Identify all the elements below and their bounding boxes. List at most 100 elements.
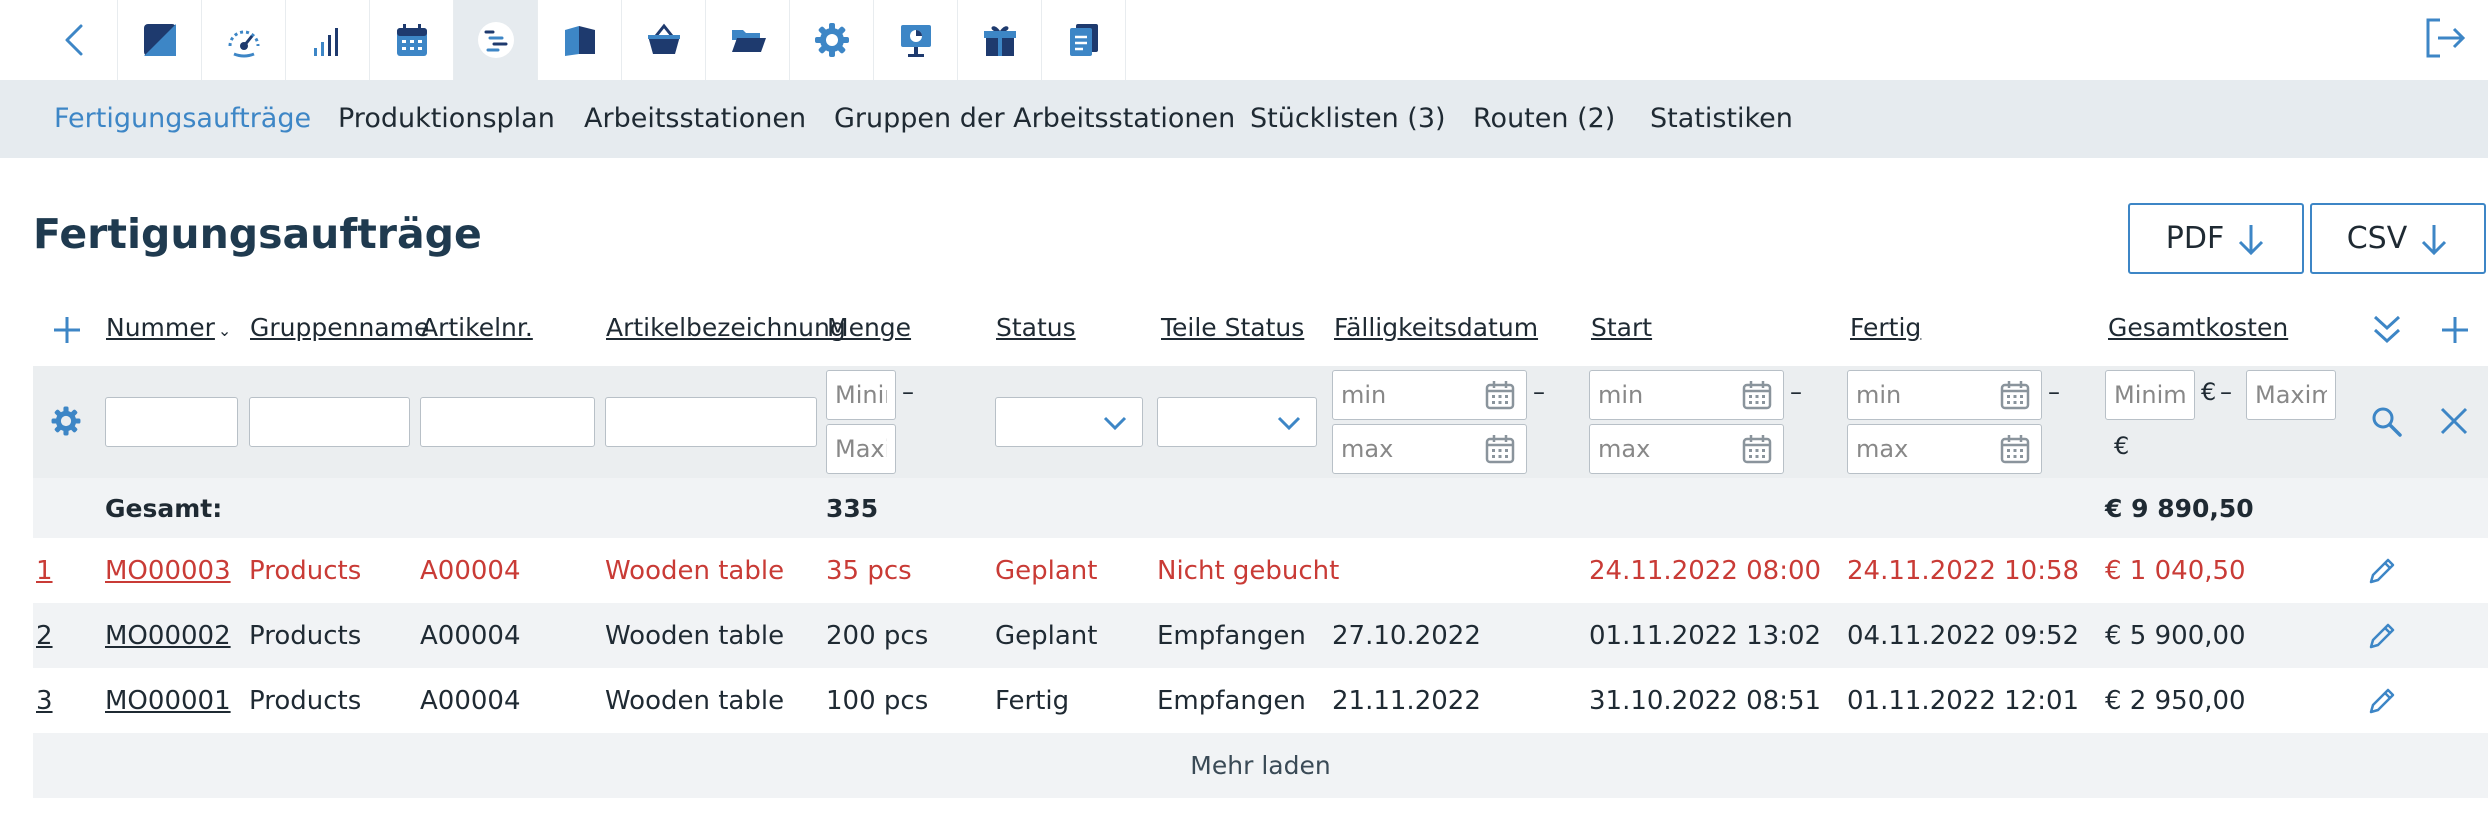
row-index-link[interactable]: 3	[36, 686, 53, 716]
column-header-artikelbezeichnung[interactable]: Artikelbezeichnung	[606, 313, 846, 342]
shop-button[interactable]	[622, 0, 706, 80]
calendar-icon[interactable]	[1999, 433, 2031, 465]
presentation-button[interactable]	[874, 0, 958, 80]
subnav-routen[interactable]: Routen (2)	[1473, 80, 1615, 158]
subnav-fertigungsauftraege[interactable]: Fertigungsaufträge	[54, 80, 311, 158]
statistics-button[interactable]	[286, 0, 370, 80]
calendar-icon[interactable]	[1741, 433, 1773, 465]
logout-icon[interactable]	[2422, 16, 2466, 60]
filter-teile-status-select[interactable]	[1157, 397, 1317, 447]
filter-kosten-min-input[interactable]	[2105, 370, 2195, 420]
cell-artikelbezeichnung: Wooden table	[605, 556, 785, 586]
column-header-fertig[interactable]: Fertig	[1850, 313, 1921, 342]
back-button[interactable]	[34, 0, 118, 80]
cell-artikelbezeichnung: Wooden table	[605, 621, 785, 651]
calendar-icon[interactable]	[1484, 379, 1516, 411]
filter-artikelbezeichnung-input[interactable]	[605, 397, 817, 447]
filter-kosten-max-input[interactable]	[2246, 370, 2336, 420]
totals-row: Gesamt: 335 € 9 890,50	[33, 478, 2488, 538]
subnav-gruppen-arbeitsstationen[interactable]: Gruppen der Arbeitsstationen	[834, 80, 1235, 158]
calendar-button[interactable]	[370, 0, 454, 80]
range-dash: –	[2048, 378, 2060, 406]
order-number-link[interactable]: MO00001	[105, 686, 231, 716]
cell-gruppenname: Products	[249, 686, 362, 716]
filter-menge-max-input[interactable]	[826, 424, 896, 474]
row-index-link[interactable]: 1	[36, 556, 53, 586]
subnav-statistiken[interactable]: Statistiken	[1650, 80, 1793, 158]
files-button[interactable]	[706, 0, 790, 80]
column-header-start[interactable]: Start	[1591, 313, 1652, 342]
filter-menge-min-input[interactable]	[826, 370, 896, 420]
expand-columns-chevron-icon[interactable]	[2370, 311, 2404, 349]
gear-icon[interactable]	[49, 404, 83, 438]
cell-status: Geplant	[995, 556, 1098, 586]
back-icon	[65, 24, 82, 56]
pdf-export-button[interactable]: PDF	[2128, 203, 2304, 274]
row-index-link[interactable]: 2	[36, 621, 53, 651]
cell-artikelnr: A00004	[420, 621, 521, 651]
arrow-down-icon	[2422, 224, 2447, 255]
totals-cost: € 9 890,50	[2105, 494, 2254, 523]
euro-symbol: €	[2114, 432, 2130, 460]
column-header-faelligkeitsdatum[interactable]: Fälligkeitsdatum	[1334, 313, 1538, 342]
subnav-arbeitsstationen[interactable]: Arbeitsstationen	[584, 80, 806, 158]
cell-gesamtkosten: € 2 950,00	[2105, 686, 2246, 716]
add-column-plus-icon[interactable]	[2438, 313, 2472, 347]
dashboard-button[interactable]	[202, 0, 286, 80]
table-row[interactable]: 1 MO00003 Products A00004 Wooden table 3…	[33, 538, 2488, 603]
top-toolbar	[0, 0, 2488, 80]
brand-icon	[143, 24, 176, 56]
edit-pencil-icon[interactable]	[2366, 685, 2398, 717]
production-button[interactable]	[454, 0, 538, 80]
calendar-icon[interactable]	[1484, 433, 1516, 465]
cell-fertig: 24.11.2022 10:58	[1847, 556, 2080, 586]
cell-menge: 200 pcs	[826, 621, 929, 651]
column-header-artikelnr[interactable]: Artikelnr.	[421, 313, 533, 342]
calendar-icon[interactable]	[1741, 379, 1773, 411]
cell-teile-status: Empfangen	[1157, 621, 1306, 651]
column-header-gruppenname[interactable]: Gruppenname	[250, 313, 429, 342]
range-dash: –	[1790, 378, 1802, 406]
column-header-gesamtkosten[interactable]: Gesamtkosten	[2108, 313, 2288, 342]
filter-nummer-input[interactable]	[105, 397, 238, 447]
order-number-link[interactable]: MO00003	[105, 556, 231, 586]
cell-artikelbezeichnung: Wooden table	[605, 686, 785, 716]
basket-icon	[647, 23, 680, 54]
order-number-link[interactable]: MO00002	[105, 621, 231, 651]
gifts-button[interactable]	[958, 0, 1042, 80]
settings-button[interactable]	[790, 0, 874, 80]
close-icon[interactable]	[2437, 404, 2471, 438]
brand-button[interactable]	[118, 0, 202, 80]
filter-status-select[interactable]	[995, 397, 1143, 447]
subnav-produktionsplan[interactable]: Produktionsplan	[338, 80, 555, 158]
column-header-nummer[interactable]: Nummer ⌄	[106, 313, 231, 342]
cell-gruppenname: Products	[249, 556, 362, 586]
add-row-plus-icon[interactable]	[50, 313, 84, 347]
gift-icon	[983, 26, 1016, 56]
documents-button[interactable]	[1042, 0, 1126, 80]
column-header-teile-status[interactable]: Teile Status	[1161, 313, 1304, 342]
edit-pencil-icon[interactable]	[2366, 620, 2398, 652]
calendar-icon[interactable]	[1999, 379, 2031, 411]
folder-icon	[731, 30, 766, 52]
cell-fertig: 01.11.2022 12:01	[1847, 686, 2080, 716]
csv-export-button[interactable]: CSV	[2310, 203, 2486, 274]
pdf-label: PDF	[2165, 221, 2225, 256]
table-row[interactable]: 3 MO00001 Products A00004 Wooden table 1…	[33, 668, 2488, 733]
subnav-stuecklisten[interactable]: Stücklisten (3)	[1250, 80, 1446, 158]
filter-artikelnr-input[interactable]	[420, 397, 595, 447]
euro-symbol: €	[2201, 378, 2217, 406]
range-dash: –	[902, 378, 914, 406]
column-header-status[interactable]: Status	[996, 313, 1076, 342]
load-more-button[interactable]: Mehr laden	[33, 733, 2488, 798]
csv-label: CSV	[2346, 221, 2408, 256]
catalog-button[interactable]	[538, 0, 622, 80]
search-icon[interactable]	[2369, 404, 2403, 438]
chevron-down-icon	[1103, 416, 1127, 431]
table-row[interactable]: 2 MO00002 Products A00004 Wooden table 2…	[33, 603, 2488, 668]
cell-status: Fertig	[995, 686, 1070, 716]
filter-gruppenname-input[interactable]	[249, 397, 410, 447]
column-header-menge[interactable]: Menge	[827, 313, 911, 342]
edit-pencil-icon[interactable]	[2366, 555, 2398, 587]
cell-teile-status: Empfangen	[1157, 686, 1306, 716]
